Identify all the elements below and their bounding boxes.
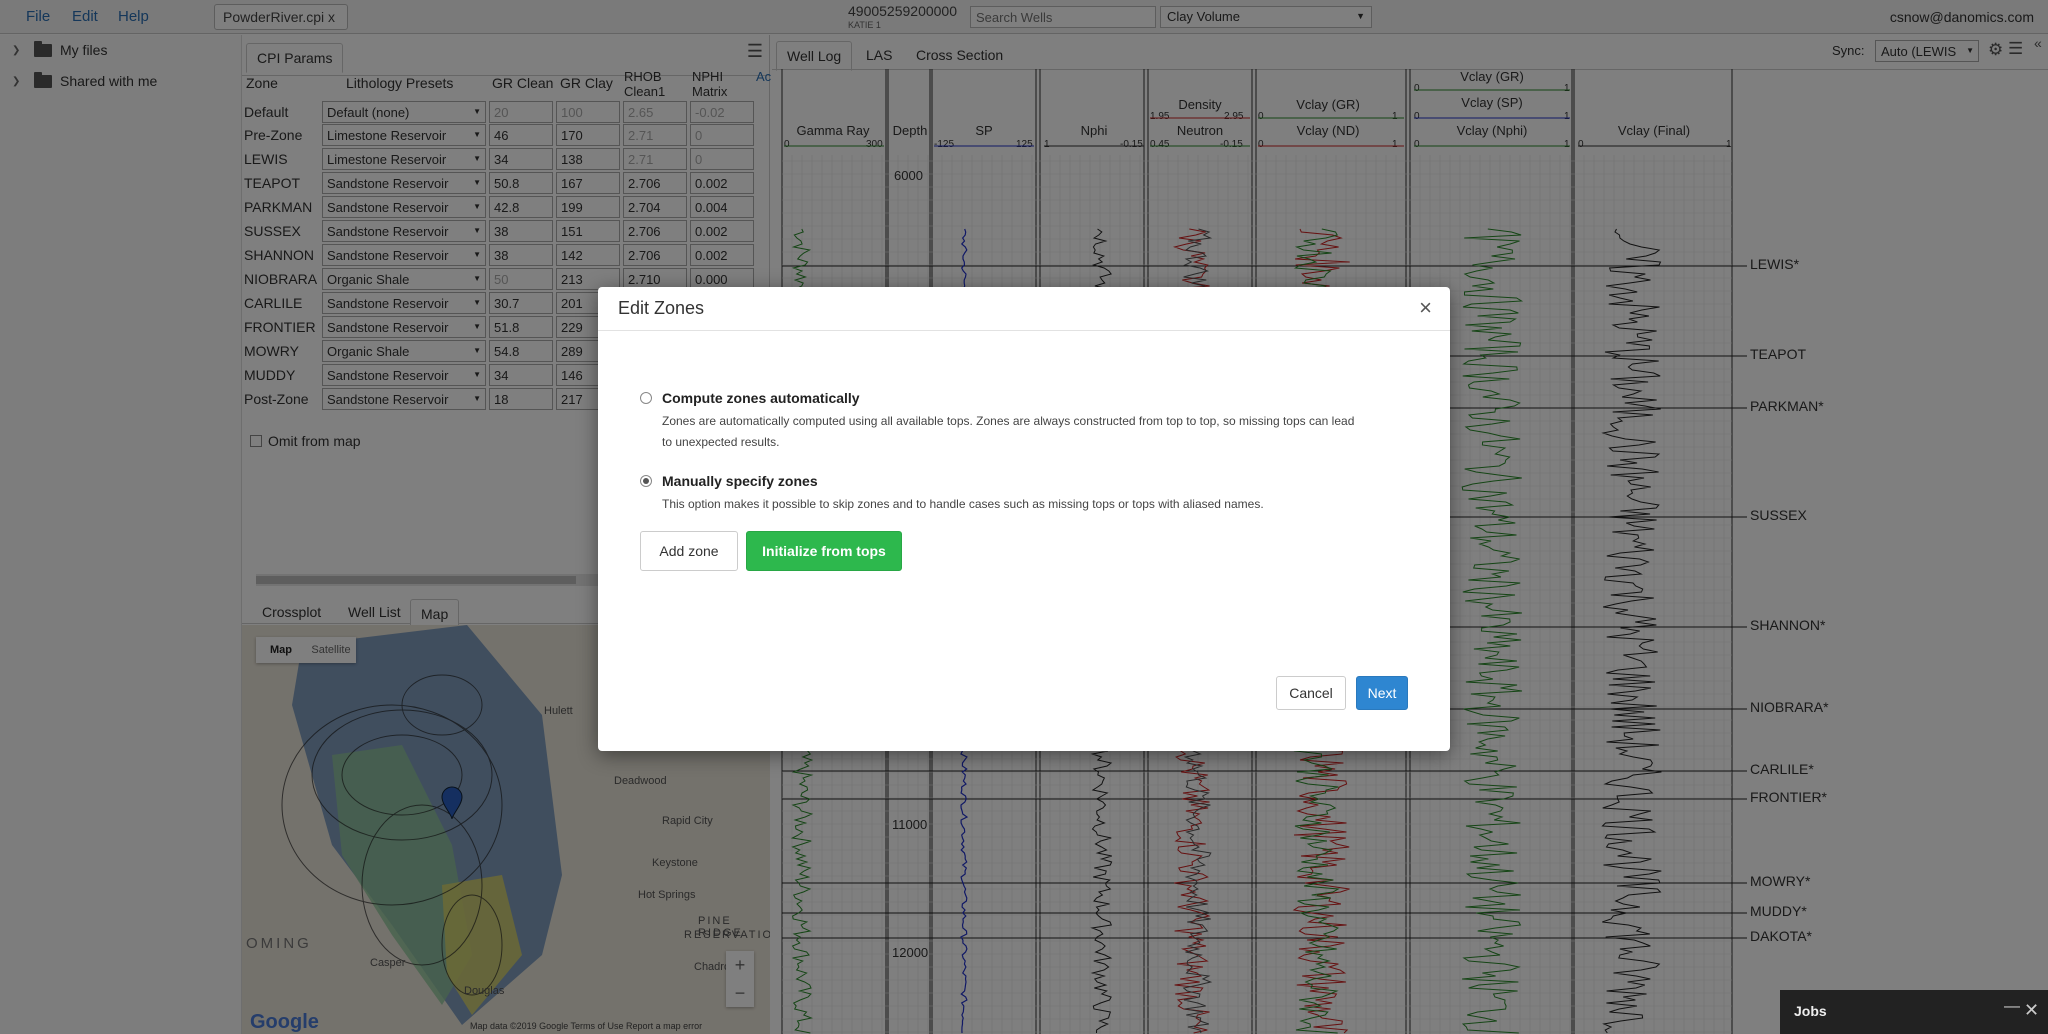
option-auto-title: Compute zones automatically xyxy=(662,390,860,406)
option-manual-desc: This option makes it possible to skip zo… xyxy=(662,497,1264,511)
option-auto-desc: Zones are automatically computed using a… xyxy=(662,414,1355,428)
dialog-header: Edit Zones × xyxy=(598,287,1450,331)
jobs-panel[interactable]: Jobs — ✕ xyxy=(1780,990,2048,1034)
cancel-button[interactable]: Cancel xyxy=(1276,676,1346,710)
close-icon[interactable]: ✕ xyxy=(2024,1000,2039,1021)
add-zone-button[interactable]: Add zone xyxy=(640,531,738,571)
close-icon[interactable]: × xyxy=(1419,295,1432,321)
next-button[interactable]: Next xyxy=(1356,676,1408,710)
edit-zones-dialog: Edit Zones × Compute zones automatically… xyxy=(598,287,1450,751)
radio-compute-auto[interactable] xyxy=(640,392,652,404)
jobs-label: Jobs xyxy=(1794,1003,1827,1019)
dialog-title: Edit Zones xyxy=(618,298,705,318)
radio-manual-zones[interactable] xyxy=(640,475,652,487)
option-manual-title: Manually specify zones xyxy=(662,473,818,489)
option-auto-desc: to unexpected results. xyxy=(662,435,780,449)
minimize-icon[interactable]: — xyxy=(2004,998,2020,1016)
initialize-from-tops-button[interactable]: Initialize from tops xyxy=(746,531,902,571)
